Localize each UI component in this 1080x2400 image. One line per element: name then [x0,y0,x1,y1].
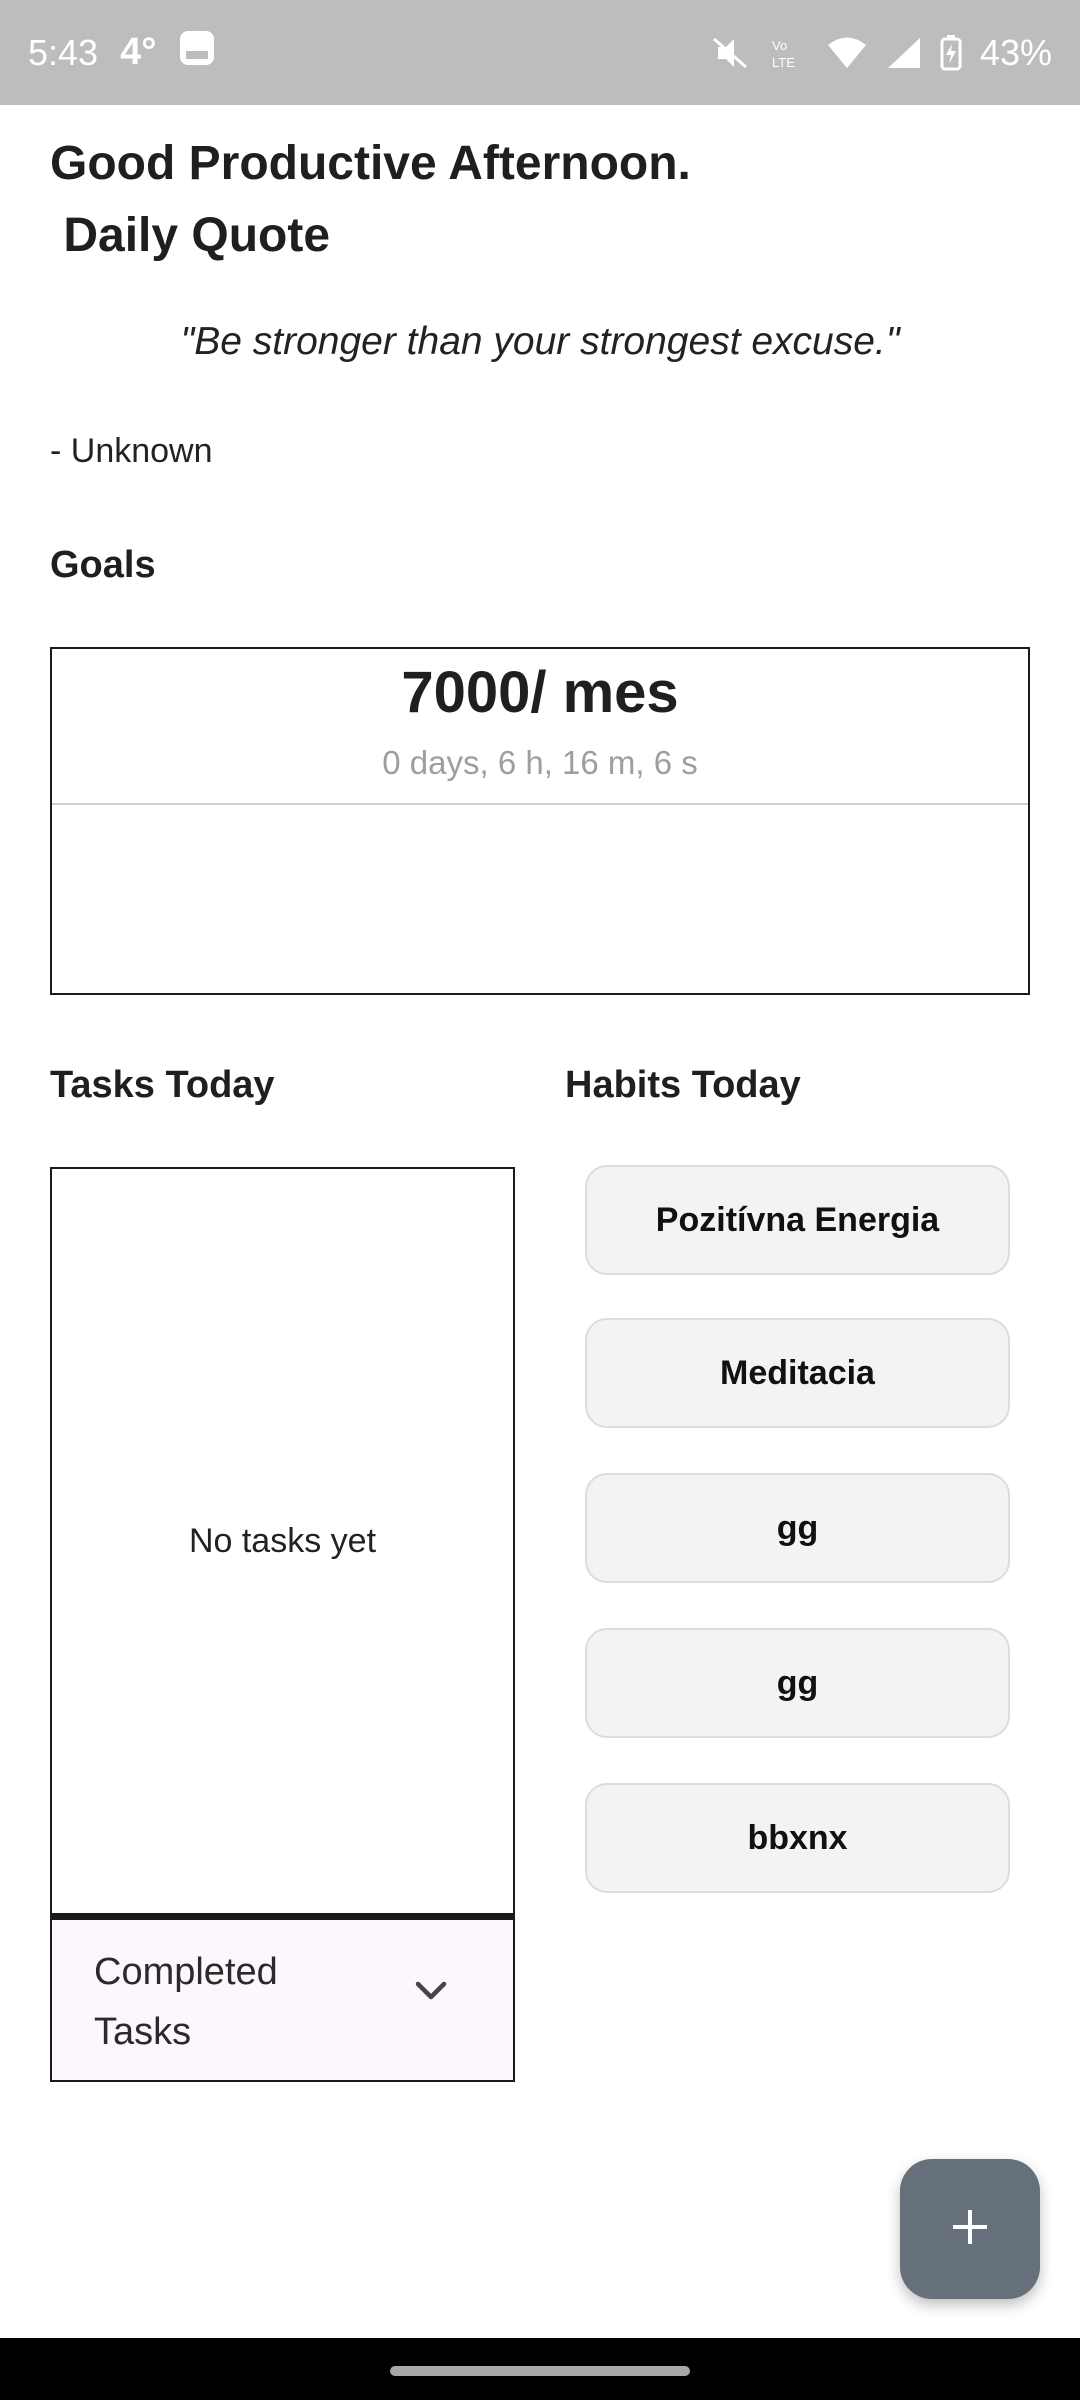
status-temperature: 4° [120,31,157,73]
habit-button[interactable]: gg [585,1473,1010,1583]
gallery-icon [178,29,216,76]
wifi-icon [826,36,868,70]
plus-icon [950,2207,990,2252]
habit-button[interactable]: Pozitívna Energia [585,1165,1010,1275]
goal-card[interactable]: 7000/ mes 0 days, 6 h, 16 m, 6 s [50,647,1030,995]
status-left: 5:43 4° [28,29,216,76]
habits-heading: Habits Today [565,1064,801,1106]
habit-button[interactable]: gg [585,1628,1010,1738]
tasks-list: No tasks yet [50,1167,515,1915]
goal-countdown: 0 days, 6 h, 16 m, 6 s [382,744,698,781]
chevron-down-icon [414,1980,448,2007]
svg-text:Vo: Vo [772,38,787,53]
status-time: 5:43 [28,31,99,73]
tasks-empty-text: No tasks yet [188,1521,377,1560]
home-indicator[interactable] [390,2366,690,2376]
svg-text:LTE: LTE [772,55,795,70]
add-button[interactable] [900,2159,1040,2299]
completed-tasks-label: Completed Tasks [94,1951,278,2053]
status-right: Vo LTE 43% [710,32,1052,74]
battery-percent: 43% [979,31,1052,73]
goals-heading: Goals [50,544,156,586]
mute-icon [710,35,750,71]
daily-quote-text: "Be stronger than your strongest excuse.… [180,320,900,363]
status-bar: 5:43 4° Vo LTE 43% [0,0,1080,105]
daily-quote-author: - Unknown [50,432,213,470]
goal-title: 7000/ mes [401,660,679,725]
tasks-heading: Tasks Today [50,1064,275,1106]
goal-divider [52,803,1028,805]
habit-button[interactable]: Meditacia [585,1318,1010,1428]
navigation-bar [0,2338,1080,2400]
habit-button[interactable]: bbxnx [585,1783,1010,1893]
completed-tasks-toggle[interactable]: Completed Tasks [50,1915,515,2082]
signal-icon [886,36,922,70]
greeting-title: Good Productive Afternoon. Daily Quote [50,137,691,262]
volte-icon: Vo LTE [768,35,808,71]
battery-charging-icon [940,34,962,71]
